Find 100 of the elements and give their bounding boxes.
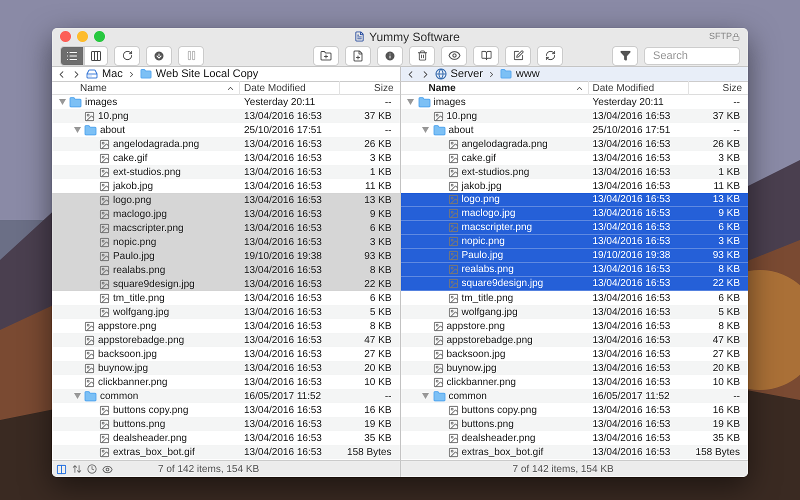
new-folder-button[interactable]	[313, 46, 339, 66]
date-cell-text: 13/04/2016 16:53	[243, 334, 323, 348]
file-row[interactable]: nopic.png 13/04/2016 16:53 3 KB	[52, 235, 400, 249]
size-cell-text: 158 Bytes	[694, 446, 741, 460]
file-row[interactable]: logo.png 13/04/2016 16:53 13 KB	[52, 193, 400, 207]
size-cell-text: 3 KB	[717, 235, 741, 249]
size-cell-text: 20 KB	[712, 362, 741, 376]
transfer-icon[interactable]	[72, 464, 82, 474]
file-row[interactable]: ext-studios.png 13/04/2016 16:53 1 KB	[52, 165, 400, 179]
file-row[interactable]: Paulo.jpg 19/10/2016 19:38 93 KB	[52, 249, 400, 263]
path-segment[interactable]: Server	[450, 66, 483, 82]
file-row[interactable]: buynow.jpg 13/04/2016 16:53 20 KB	[400, 361, 748, 375]
size-cell-text: 26 KB	[712, 138, 741, 152]
file-row[interactable]: 10.png 13/04/2016 16:53 37 KB	[52, 109, 400, 123]
column-heading[interactable]: Date Modified	[592, 82, 654, 94]
new-file-button[interactable]	[345, 46, 371, 66]
size-cell-text: 6 KB	[368, 222, 392, 236]
image-file-icon	[432, 348, 444, 360]
size-cell-text: 158 Bytes	[346, 446, 392, 460]
download-button[interactable]	[146, 46, 172, 66]
image-file-icon	[84, 110, 95, 122]
file-row[interactable]: buttons.png 13/04/2016 16:53 19 KB	[52, 417, 400, 431]
file-row[interactable]: wolfgang.jpg 13/04/2016 16:53 5 KB	[52, 305, 400, 319]
refresh-button[interactable]	[114, 46, 140, 66]
file-row[interactable]: macscripter.png 13/04/2016 16:53 6 KB	[400, 221, 748, 235]
file-row[interactable]: buttons.png 13/04/2016 16:53 19 KB	[400, 417, 748, 431]
column-heading[interactable]: Size	[374, 82, 394, 94]
file-row[interactable]: square9design.jpg 13/04/2016 16:53 22 KB	[400, 277, 748, 291]
column-heading[interactable]: Size	[722, 82, 742, 94]
file-name: Paulo.jpg	[462, 249, 504, 263]
disclosure-triangle[interactable]	[406, 99, 414, 105]
file-row[interactable]: Paulo.jpg 19/10/2016 19:38 93 KB	[400, 249, 748, 263]
size-cell-text: 37 KB	[712, 110, 741, 124]
file-row[interactable]: realabs.png 13/04/2016 16:53 8 KB	[52, 263, 400, 277]
date-cell-text: 13/04/2016 16:53	[243, 222, 323, 236]
date-cell-text: 13/04/2016 16:53	[243, 194, 323, 208]
image-file-icon	[448, 292, 458, 304]
disclosure-triangle[interactable]	[73, 127, 81, 133]
file-row[interactable]: square9design.jpg 13/04/2016 16:53 22 KB	[52, 277, 400, 291]
view-mode-button[interactable]	[60, 46, 84, 66]
file-row[interactable]: extras_box_bot.gif 13/04/2016 16:53 158 Bytes	[400, 445, 748, 459]
column-heading[interactable]: Name	[80, 80, 107, 96]
file-row[interactable]: ext-studios.png 13/04/2016 16:53 1 KB	[400, 165, 748, 179]
file-name: nopic.png	[113, 236, 156, 250]
date-cell-text: 25/10/2016 17:51	[243, 124, 323, 138]
file-name: appstorebadge.png	[98, 334, 184, 348]
size-cell-text: 6 KB	[368, 292, 392, 306]
file-row[interactable]: common 16/05/2017 11:52 --	[400, 389, 748, 403]
image-file-icon	[99, 194, 110, 206]
edit-button[interactable]	[505, 46, 531, 66]
path-segment[interactable]: Mac	[102, 66, 123, 82]
file-row[interactable]: maclogo.jpg 13/04/2016 16:53 9 KB	[400, 207, 748, 221]
eye-icon[interactable]	[102, 464, 113, 474]
column-heading[interactable]: Name	[428, 80, 456, 96]
sync-button[interactable]	[537, 46, 563, 66]
file-name: buynow.jpg	[446, 362, 497, 376]
file-row[interactable]: nopic.png 13/04/2016 16:53 3 KB	[400, 235, 748, 249]
file-name: buttons.png	[462, 418, 514, 432]
file-row[interactable]: appstorebadge.png 13/04/2016 16:53 47 KB	[52, 333, 400, 347]
date-cell-text: Yesterday 20:11	[243, 96, 316, 110]
path-segment[interactable]: Web Site Local Copy	[156, 66, 258, 82]
folder-icon	[500, 68, 512, 80]
file-row[interactable]: angelodagrada.png 13/04/2016 16:53 26 KB	[52, 137, 400, 151]
date-cell-text: 13/04/2016 16:53	[592, 180, 672, 194]
file-row[interactable]: logo.png 13/04/2016 16:53 13 KB	[400, 193, 748, 207]
file-row[interactable]: appstorebadge.png 13/04/2016 16:53 47 KB	[400, 333, 748, 347]
date-cell-text: 13/04/2016 16:53	[592, 110, 672, 124]
filter-button[interactable]	[612, 46, 638, 66]
search-field[interactable]: Search	[644, 46, 740, 64]
clock-icon[interactable]	[87, 464, 97, 474]
disclosure-triangle[interactable]	[422, 393, 430, 399]
disclosure-triangle[interactable]	[422, 127, 430, 133]
disclosure-triangle[interactable]	[73, 393, 81, 399]
date-cell-text: 13/04/2016 16:53	[243, 320, 323, 334]
compare-button[interactable]	[473, 46, 499, 66]
date-cell-text: 13/04/2016 16:53	[243, 376, 323, 390]
file-name: square9design.jpg	[113, 278, 195, 292]
trash-button[interactable]	[409, 46, 435, 66]
size-cell-text: 27 KB	[712, 348, 741, 362]
file-row[interactable]: angelodagrada.png 13/04/2016 16:53 26 KB	[400, 137, 748, 151]
file-row[interactable]: extras_box_bot.gif 13/04/2016 16:53 158 Bytes	[52, 445, 400, 459]
file-row[interactable]: maclogo.jpg 13/04/2016 16:53 9 KB	[52, 207, 400, 221]
split-view-icon[interactable]	[56, 464, 67, 474]
image-file-icon	[448, 180, 458, 192]
image-file-icon	[448, 264, 458, 275]
date-cell-text: 13/04/2016 16:53	[243, 264, 323, 278]
file-row[interactable]: buynow.jpg 13/04/2016 16:53 20 KB	[52, 361, 400, 375]
preview-button[interactable]	[441, 46, 467, 66]
view-mode-button[interactable]	[84, 46, 108, 66]
file-row[interactable]: wolfgang.jpg 13/04/2016 16:53 5 KB	[400, 305, 748, 319]
column-heading[interactable]: Date Modified	[244, 82, 306, 94]
size-cell-text: 16 KB	[363, 404, 392, 418]
file-row[interactable]: macscripter.png 13/04/2016 16:53 6 KB	[52, 221, 400, 235]
file-row[interactable]: realabs.png 13/04/2016 16:53 8 KB	[400, 263, 748, 277]
disclosure-triangle[interactable]	[58, 99, 66, 105]
info-button[interactable]	[377, 46, 403, 66]
path-segment[interactable]: www	[516, 66, 540, 82]
size-cell-text: 8 KB	[368, 320, 392, 334]
file-row[interactable]: 10.png 13/04/2016 16:53 37 KB	[400, 109, 748, 123]
file-row[interactable]: common 16/05/2017 11:52 --	[52, 389, 400, 403]
